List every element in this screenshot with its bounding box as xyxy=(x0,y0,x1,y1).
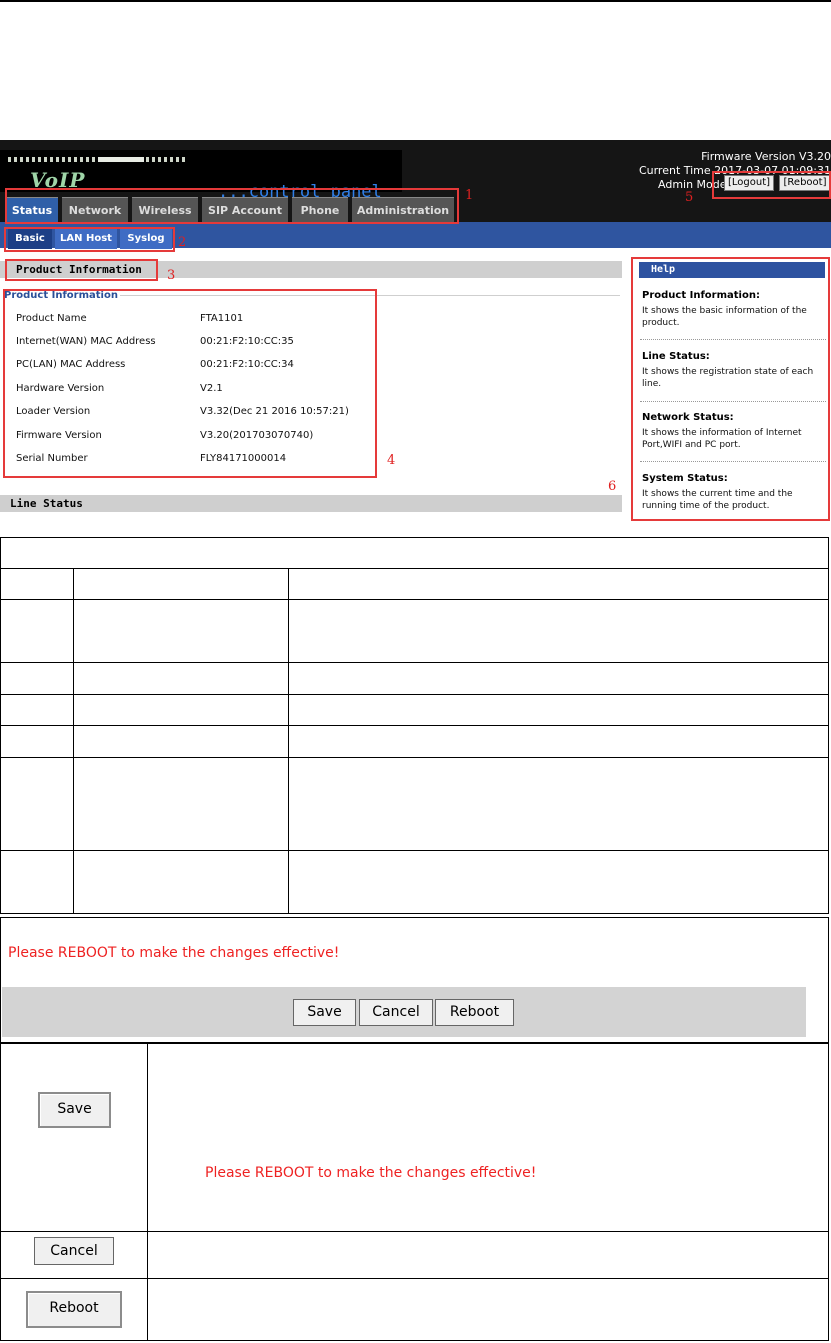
description-table xyxy=(0,537,829,914)
table-cell xyxy=(288,599,829,663)
callout-number-6: 6 xyxy=(608,479,617,494)
button-explanation-table: Save Please REBOOT to make the changes e… xyxy=(0,1043,829,1341)
table-cell: Please REBOOT to make the changes effect… xyxy=(147,1043,829,1232)
callout-box-2 xyxy=(4,227,175,252)
callout-number-2: 2 xyxy=(178,235,187,250)
save-button[interactable]: Save xyxy=(293,999,356,1026)
callout-box-4 xyxy=(3,289,377,478)
reboot-warning-message: Please REBOOT to make the changes effect… xyxy=(205,1165,537,1181)
callout-number-1: 1 xyxy=(465,188,474,203)
logo-ticks-bright xyxy=(98,157,144,162)
cancel-button[interactable]: Cancel xyxy=(359,999,433,1026)
callout-number-5: 5 xyxy=(685,190,694,205)
table-cell xyxy=(73,662,289,695)
table-cell xyxy=(73,694,289,726)
table-cell xyxy=(288,725,829,758)
save-button-sample[interactable]: Save xyxy=(38,1092,111,1128)
reboot-button[interactable]: Reboot xyxy=(435,999,514,1026)
table-cell xyxy=(288,694,829,726)
save-bar-screenshot: Please REBOOT to make the changes effect… xyxy=(0,917,829,1044)
table-cell xyxy=(288,662,829,695)
callout-number-4: 4 xyxy=(387,453,396,468)
section-title-line-status: Line Status xyxy=(10,497,83,510)
callout-number-3: 3 xyxy=(167,268,176,283)
table-cell xyxy=(0,850,74,914)
table-cell xyxy=(73,725,289,758)
table-cell xyxy=(0,694,74,726)
table-cell: Save xyxy=(0,1043,148,1232)
callout-box-6 xyxy=(631,257,830,521)
table-cell xyxy=(288,850,829,914)
table-cell: Cancel xyxy=(0,1231,148,1279)
table-cell xyxy=(288,568,829,600)
table-cell xyxy=(0,757,74,851)
table-cell xyxy=(0,599,74,663)
table-cell xyxy=(288,757,829,851)
table-cell xyxy=(147,1231,829,1279)
control-panel-screenshot: VoIP ...control panel Firmware Version V… xyxy=(0,140,831,522)
section-bar-line-status xyxy=(0,495,622,512)
callout-box-1 xyxy=(5,188,459,224)
table-cell xyxy=(0,537,829,569)
table-cell xyxy=(0,568,74,600)
voip-logo: VoIP ...control panel xyxy=(0,150,402,202)
table-cell xyxy=(73,568,289,600)
page-top-rule xyxy=(0,0,831,2)
table-cell xyxy=(73,850,289,914)
table-cell xyxy=(0,662,74,695)
firmware-version: Firmware Version V3.20 xyxy=(701,150,831,163)
table-cell xyxy=(73,757,289,851)
callout-box-5 xyxy=(712,171,831,199)
table-cell xyxy=(147,1278,829,1341)
table-cell: Reboot xyxy=(0,1278,148,1341)
cancel-button-sample[interactable]: Cancel xyxy=(34,1237,114,1265)
table-cell xyxy=(0,725,74,758)
table-cell xyxy=(73,599,289,663)
reboot-warning-message: Please REBOOT to make the changes effect… xyxy=(8,945,340,961)
callout-box-3 xyxy=(5,259,158,281)
reboot-button-sample[interactable]: Reboot xyxy=(26,1291,122,1328)
